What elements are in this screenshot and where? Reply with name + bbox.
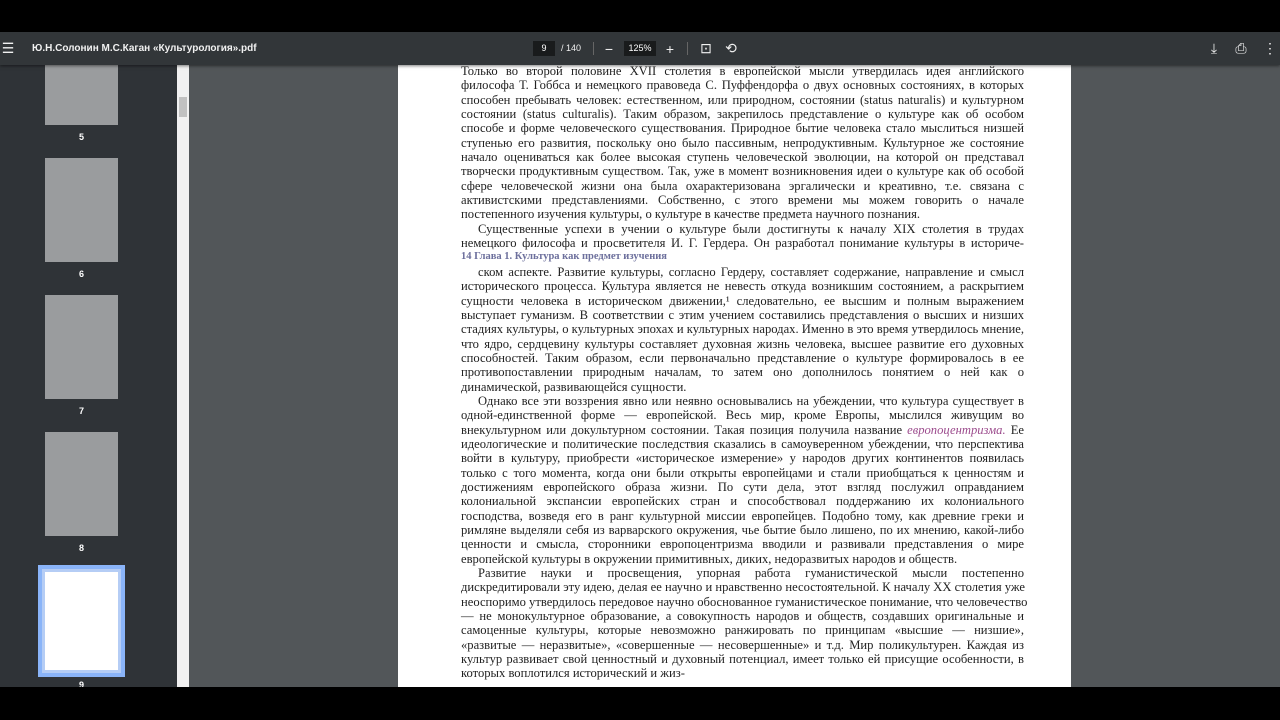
thumbnail-label: 9 — [78, 680, 84, 687]
page-text: Только во второй половине XVII столетия … — [461, 65, 1028, 681]
text-line: внекультурном или докультурном состоянии… — [461, 423, 1024, 437]
document-viewer: Только во второй половине XVII столетия … — [189, 65, 1280, 687]
thumbnail-page-6[interactable] — [45, 158, 118, 262]
text-line: идеологические и политические последстви… — [461, 436, 1024, 451]
thumbnail-label: 7 — [78, 406, 84, 416]
text-line: культур развивает свой ценностный и духо… — [461, 652, 1024, 667]
text-line: способе и форме человеческого существова… — [461, 121, 1024, 136]
text-line: состоянии (status culturalis). Таким обр… — [461, 107, 1024, 122]
text-segment: внекультурном или докультурном состоянии… — [461, 422, 908, 437]
text-line: достижениям европейского образа жизни. П… — [461, 479, 1024, 494]
text-line: самоценные культуры, которые невозможно … — [461, 623, 1024, 638]
text-line: постепенного изучения культуры, о культу… — [461, 207, 921, 222]
zoom-out-button[interactable]: − — [601, 32, 617, 65]
text-line: динамической, развивающейся сущности. — [461, 379, 687, 394]
thumbnail-page-9-selected[interactable] — [38, 565, 125, 677]
text-line: противопоставлении природным началам, то… — [461, 365, 1024, 380]
text-line: ступенью его развития, поскольку оно был… — [461, 135, 1024, 150]
menu-icon[interactable]: ☰ — [0, 32, 16, 65]
text-line: способностей. Таким образом, если первон… — [461, 350, 1024, 365]
text-line: Однако все эти воззрения явно или неявно… — [478, 393, 1024, 408]
text-line: способен пребывать человек: естественном… — [461, 92, 1024, 107]
text-line: ценности и смысла, сторонники европоцент… — [461, 537, 1024, 552]
text-line: римляне выделяли себя из варварского окр… — [461, 523, 1024, 537]
text-line: стадиях культуры, о культурных эпохах и … — [461, 322, 1024, 337]
text-line: философа Т. Гоббса и немецкого правоведа… — [461, 78, 1024, 93]
thumbnail-label: 8 — [78, 543, 84, 553]
zoom-in-button[interactable]: + — [662, 32, 678, 65]
text-line: войти в культуру, приобрести «историческ… — [461, 451, 1024, 466]
more-options-icon[interactable]: ⋮ — [1263, 32, 1277, 65]
text-line: сущности человека в историческом движени… — [461, 293, 1024, 308]
running-header: 14 Глава 1. Культура как предмет изучени… — [461, 251, 667, 263]
text-line: что ядро, сердцевину культуры составляет… — [461, 336, 1024, 351]
text-line: выступает гуманизм. В соответствии с эти… — [461, 307, 1024, 322]
page-total: / 140 — [561, 43, 582, 53]
text-line: начало оцениваться как более высокая сту… — [461, 150, 1024, 165]
text-line: активистскими представлениями. Собственн… — [461, 193, 1024, 208]
thumbnail-page-8[interactable] — [45, 432, 118, 536]
scrollbar-thumb[interactable] — [179, 97, 187, 117]
fit-page-icon[interactable]: ⊡ — [698, 32, 714, 65]
text-line: Только во второй половине XVII столетия … — [461, 65, 1024, 78]
text-line: Развитие науки и просвещения, упорная ра… — [478, 566, 1024, 581]
text-line: — не монокультурное образование, а совок… — [461, 609, 1024, 624]
page-number-input[interactable]: 9 — [533, 41, 555, 56]
text-line: которых воплотился исторический и жиз- — [461, 666, 685, 681]
text-line: исторического процесса. Культура являетс… — [461, 279, 1024, 294]
pdf-page: Только во второй половине XVII столетия … — [398, 65, 1071, 687]
thumbnail-page-5[interactable] — [45, 65, 118, 125]
thumbnail-label: 6 — [78, 269, 84, 279]
text-line: сфере человеческой жизни она была охарак… — [461, 178, 1024, 193]
text-segment: Ее — [1005, 422, 1025, 437]
sidebar-scrollbar[interactable] — [177, 65, 189, 687]
document-title: Ю.Н.Солонин М.С.Каган «Культурология».pd… — [32, 43, 257, 54]
text-line: ском аспекте. Развитие культуры, согласн… — [478, 264, 1024, 279]
text-line: «развитые — неразвитые», «совершенные — … — [461, 637, 1024, 652]
text-line: неоспоримо утвердилось передовое научно … — [461, 594, 1028, 609]
text-line: европейской культуры в окружении примити… — [461, 551, 958, 566]
text-line: Существенные успехи в учении о культуре … — [478, 221, 1024, 236]
text-line: колониальной экспансии европейских стран… — [461, 494, 1024, 509]
download-icon[interactable]: ⤓ — [1206, 32, 1222, 65]
zoom-level-input[interactable]: 125% — [624, 41, 656, 56]
thumbnail-sidebar: 5 6 7 8 9 — [0, 65, 178, 687]
thumbnail-page-7[interactable] — [45, 295, 118, 399]
print-icon[interactable]: ⎙ — [1233, 32, 1249, 65]
text-line: немецкого философа и просветителя И. Г. … — [461, 236, 1024, 251]
rotate-icon[interactable]: ⟲ — [723, 32, 739, 65]
text-line: одной-единственной форме — европейской. … — [461, 408, 1024, 423]
divider — [593, 42, 594, 55]
text-line: дискредитировали эту идею, делая ее науч… — [461, 580, 1026, 595]
text-line: только с того момента, когда они были от… — [461, 465, 1024, 480]
text-line: господства, возведя его в ранг культурно… — [461, 508, 1024, 523]
thumbnail-label: 5 — [78, 132, 84, 142]
pdf-toolbar: ☰ Ю.Н.Солонин М.С.Каган «Культурология».… — [0, 32, 1280, 65]
text-line: творчески продуктивным существом. Так, у… — [461, 164, 1024, 179]
emphasized-term: европоцентризма. — [907, 422, 1006, 437]
divider — [687, 42, 688, 55]
